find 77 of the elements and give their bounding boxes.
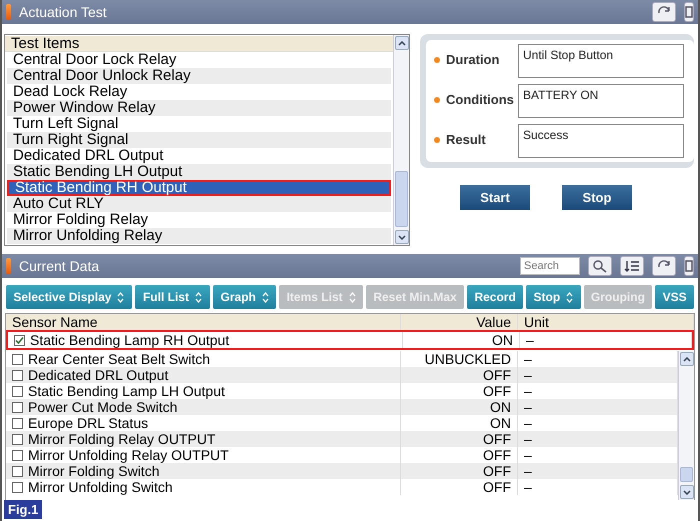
start-button[interactable]: Start [460, 185, 530, 210]
toolbar-button[interactable]: Graph [213, 285, 276, 309]
sensor-name: Mirror Folding Relay OUTPUT [28, 431, 216, 447]
sensor-name: Power Cut Mode Switch [28, 399, 178, 415]
sensor-name: Static Bending Lamp LH Output [28, 383, 225, 399]
checkbox[interactable] [12, 386, 23, 396]
window-icon[interactable] [684, 2, 694, 22]
list-item[interactable]: Static Bending LH Output [7, 164, 391, 180]
marker-icon [6, 258, 11, 274]
field-label: Conditions [446, 92, 515, 107]
caret-icon [348, 292, 356, 302]
sensor-name: Mirror Folding Switch [28, 463, 160, 479]
stop-button[interactable]: Stop [562, 185, 632, 210]
search-field[interactable]: Search [520, 257, 580, 275]
caret-icon [566, 292, 574, 302]
sensor-name: Mirror Unfolding Relay OUTPUT [28, 447, 229, 463]
value-cell: OFF [401, 479, 518, 495]
scroll-thumb[interactable] [680, 467, 693, 482]
list-item[interactable]: Mirror Unfolding Relay [7, 228, 391, 244]
checkbox[interactable] [12, 450, 23, 460]
bullet-icon [434, 97, 440, 103]
list-item[interactable]: Central Door Unlock Relay [7, 68, 391, 84]
caret-icon [117, 292, 124, 302]
checkbox[interactable] [12, 402, 23, 412]
chevron-down-icon [398, 234, 406, 240]
panel-title: Current Data [19, 258, 100, 274]
scrollbar[interactable] [393, 35, 409, 245]
caret-icon [262, 292, 269, 302]
scroll-down-button[interactable] [680, 485, 694, 499]
bullet-icon [434, 57, 440, 63]
checkbox[interactable] [12, 482, 23, 492]
figure-label: Fig.1 [4, 500, 42, 519]
window-icon[interactable] [684, 256, 694, 276]
checkbox[interactable] [14, 334, 25, 346]
sensor-name: Mirror Unfolding Switch [28, 479, 173, 495]
sensor-name: Rear Center Seat Belt Switch [28, 351, 210, 367]
checkbox[interactable] [12, 370, 23, 380]
marker-icon [6, 4, 11, 20]
field-value: Success [518, 124, 684, 158]
list-item[interactable]: Turn Right Signal [7, 132, 391, 148]
scroll-thumb[interactable] [395, 171, 408, 227]
sensor-name: Dedicated DRL Output [28, 367, 168, 383]
checkbox[interactable] [12, 434, 23, 444]
toolbar-button[interactable]: Full List [134, 285, 210, 309]
list-item[interactable]: Static Bending RH Output [7, 180, 391, 196]
field-value: BATTERY ON [518, 84, 684, 118]
retry-icon[interactable] [652, 2, 676, 22]
sensor-name: Static Bending Lamp RH Output [30, 332, 230, 348]
toolbar-button[interactable]: Stop [526, 285, 581, 309]
list-header: Test Items [5, 36, 393, 52]
toolbar-button[interactable]: Selective Display [6, 285, 132, 309]
value-cell: ON [403, 332, 520, 348]
chevron-up-icon [398, 40, 406, 46]
unit-cell: – [520, 332, 692, 348]
checkbox[interactable] [12, 418, 23, 428]
bullet-icon [434, 137, 440, 143]
retry-icon[interactable] [652, 256, 676, 276]
field-label: Result [446, 132, 487, 147]
search-icon[interactable] [588, 256, 612, 276]
chevron-down-icon [683, 490, 691, 494]
scroll-up-button[interactable] [680, 352, 694, 366]
checkbox[interactable] [12, 466, 23, 476]
list-icon[interactable] [620, 256, 644, 276]
scroll-up-button[interactable] [395, 36, 409, 50]
list-item[interactable]: Auto Cut RLY [7, 196, 391, 212]
sensor-name: Europe DRL Status [28, 415, 148, 431]
caret-icon [194, 292, 202, 302]
field-label: Duration [446, 52, 500, 67]
field-value: Until Stop Button [518, 44, 684, 78]
list-item[interactable]: Power Window Relay [7, 100, 391, 116]
scrollbar[interactable] [678, 351, 694, 500]
panel-title: Actuation Test [19, 4, 108, 20]
chevron-up-icon [683, 356, 691, 362]
checkbox[interactable] [12, 354, 23, 364]
toolbar-button[interactable]: VSS [655, 285, 694, 309]
toolbar-button[interactable]: Record [467, 285, 524, 309]
scroll-down-button[interactable] [395, 230, 409, 244]
